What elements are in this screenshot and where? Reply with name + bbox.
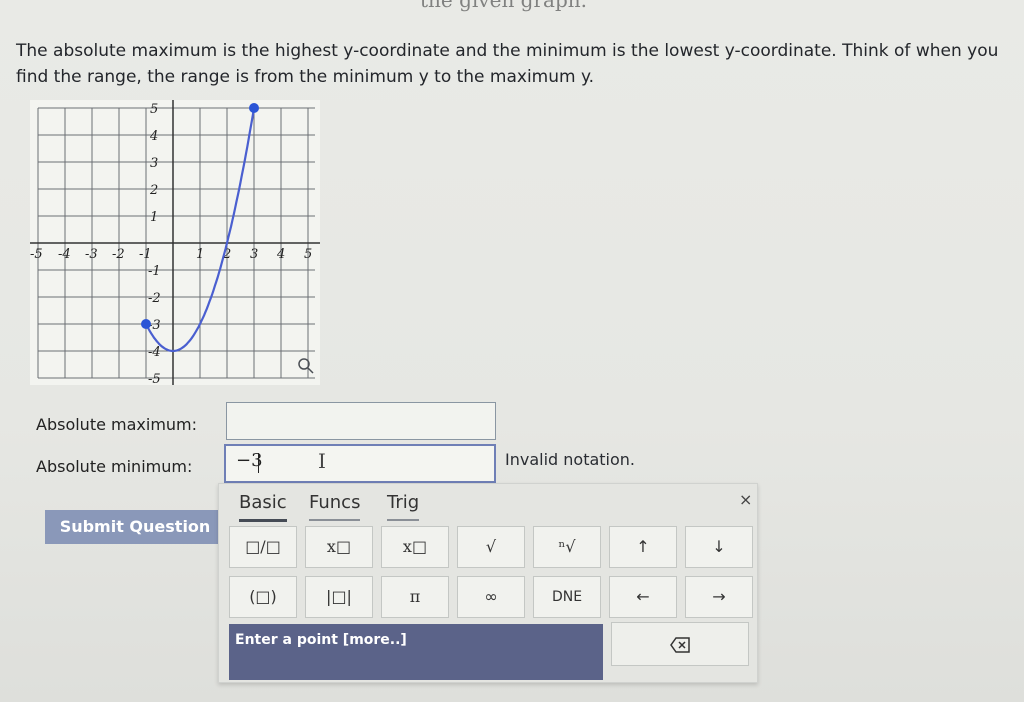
svg-text:4: 4	[149, 129, 158, 144]
graph-svg: -5 -4 -3 -2 -1 1 2 3 4 5 5 4 3 2 1 -1 -2…	[30, 100, 320, 385]
instructions-text: The absolute maximum is the highest y-co…	[16, 41, 999, 87]
arrow-down-key[interactable]: ↓	[685, 526, 753, 568]
svg-text:-5: -5	[148, 372, 161, 385]
svg-text:5: 5	[304, 247, 312, 262]
svg-text:1: 1	[196, 247, 204, 262]
svg-text:-5: -5	[30, 247, 43, 262]
left-endpoint-dot	[141, 319, 151, 329]
subscript-key[interactable]: x□	[381, 526, 449, 568]
arrow-up-key[interactable]: ↑	[609, 526, 677, 568]
svg-text:-3: -3	[85, 247, 98, 262]
nth-root-key[interactable]: ⁿ√	[533, 526, 601, 568]
svg-text:3: 3	[250, 247, 258, 262]
max-input[interactable]	[226, 402, 496, 440]
pi-key[interactable]: π	[381, 576, 449, 618]
svg-text:2: 2	[149, 183, 158, 198]
tab-trig[interactable]: Trig	[387, 492, 420, 521]
parentheses-key[interactable]: (□)	[229, 576, 297, 618]
backspace-button[interactable]	[611, 622, 749, 666]
tab-basic[interactable]: Basic	[239, 492, 287, 522]
svg-text:5: 5	[150, 102, 158, 117]
text-caret	[258, 453, 259, 473]
svg-text:-4: -4	[148, 345, 161, 360]
min-input[interactable]: −3	[224, 444, 496, 483]
dne-key[interactable]: DNE	[533, 576, 601, 618]
function-graph: -5 -4 -3 -2 -1 1 2 3 4 5 5 4 3 2 1 -1 -2…	[30, 100, 320, 385]
absolute-value-key[interactable]: |□|	[305, 576, 373, 618]
sqrt-key[interactable]: √	[457, 526, 525, 568]
svg-text:-1: -1	[139, 247, 152, 262]
arrow-left-key[interactable]: ←	[609, 576, 677, 618]
svg-text:-2: -2	[112, 247, 125, 262]
ibeam-cursor-icon: I	[318, 449, 326, 473]
fraction-key[interactable]: □/□	[229, 526, 297, 568]
svg-text:-2: -2	[148, 291, 161, 306]
backspace-icon	[670, 636, 690, 653]
arrow-right-key[interactable]: →	[685, 576, 753, 618]
exponent-key[interactable]: x□	[305, 526, 373, 568]
top-cropped-text: the given graph.	[420, 0, 588, 12]
svg-text:-4: -4	[58, 247, 71, 262]
tab-funcs[interactable]: Funcs	[309, 492, 361, 521]
math-keyboard: Basic Funcs Trig × □/□ x□ x□ √ ⁿ√ ↑ ↓ (□…	[218, 483, 758, 683]
max-label: Absolute maximum:	[36, 415, 198, 434]
submit-question-button[interactable]: Submit Question	[45, 510, 225, 544]
svg-text:3: 3	[150, 156, 158, 171]
enter-point-label: Enter a point [more..]	[235, 632, 407, 648]
right-endpoint-dot	[249, 103, 259, 113]
svg-text:4: 4	[276, 247, 285, 262]
enter-point-bar[interactable]: Enter a point [more..]	[229, 624, 603, 680]
error-message: Invalid notation.	[505, 450, 636, 469]
svg-text:1: 1	[150, 210, 158, 225]
svg-text:-1: -1	[148, 264, 161, 279]
close-icon[interactable]: ×	[739, 490, 752, 509]
infinity-key[interactable]: ∞	[457, 576, 525, 618]
min-label: Absolute minimum:	[36, 457, 193, 476]
